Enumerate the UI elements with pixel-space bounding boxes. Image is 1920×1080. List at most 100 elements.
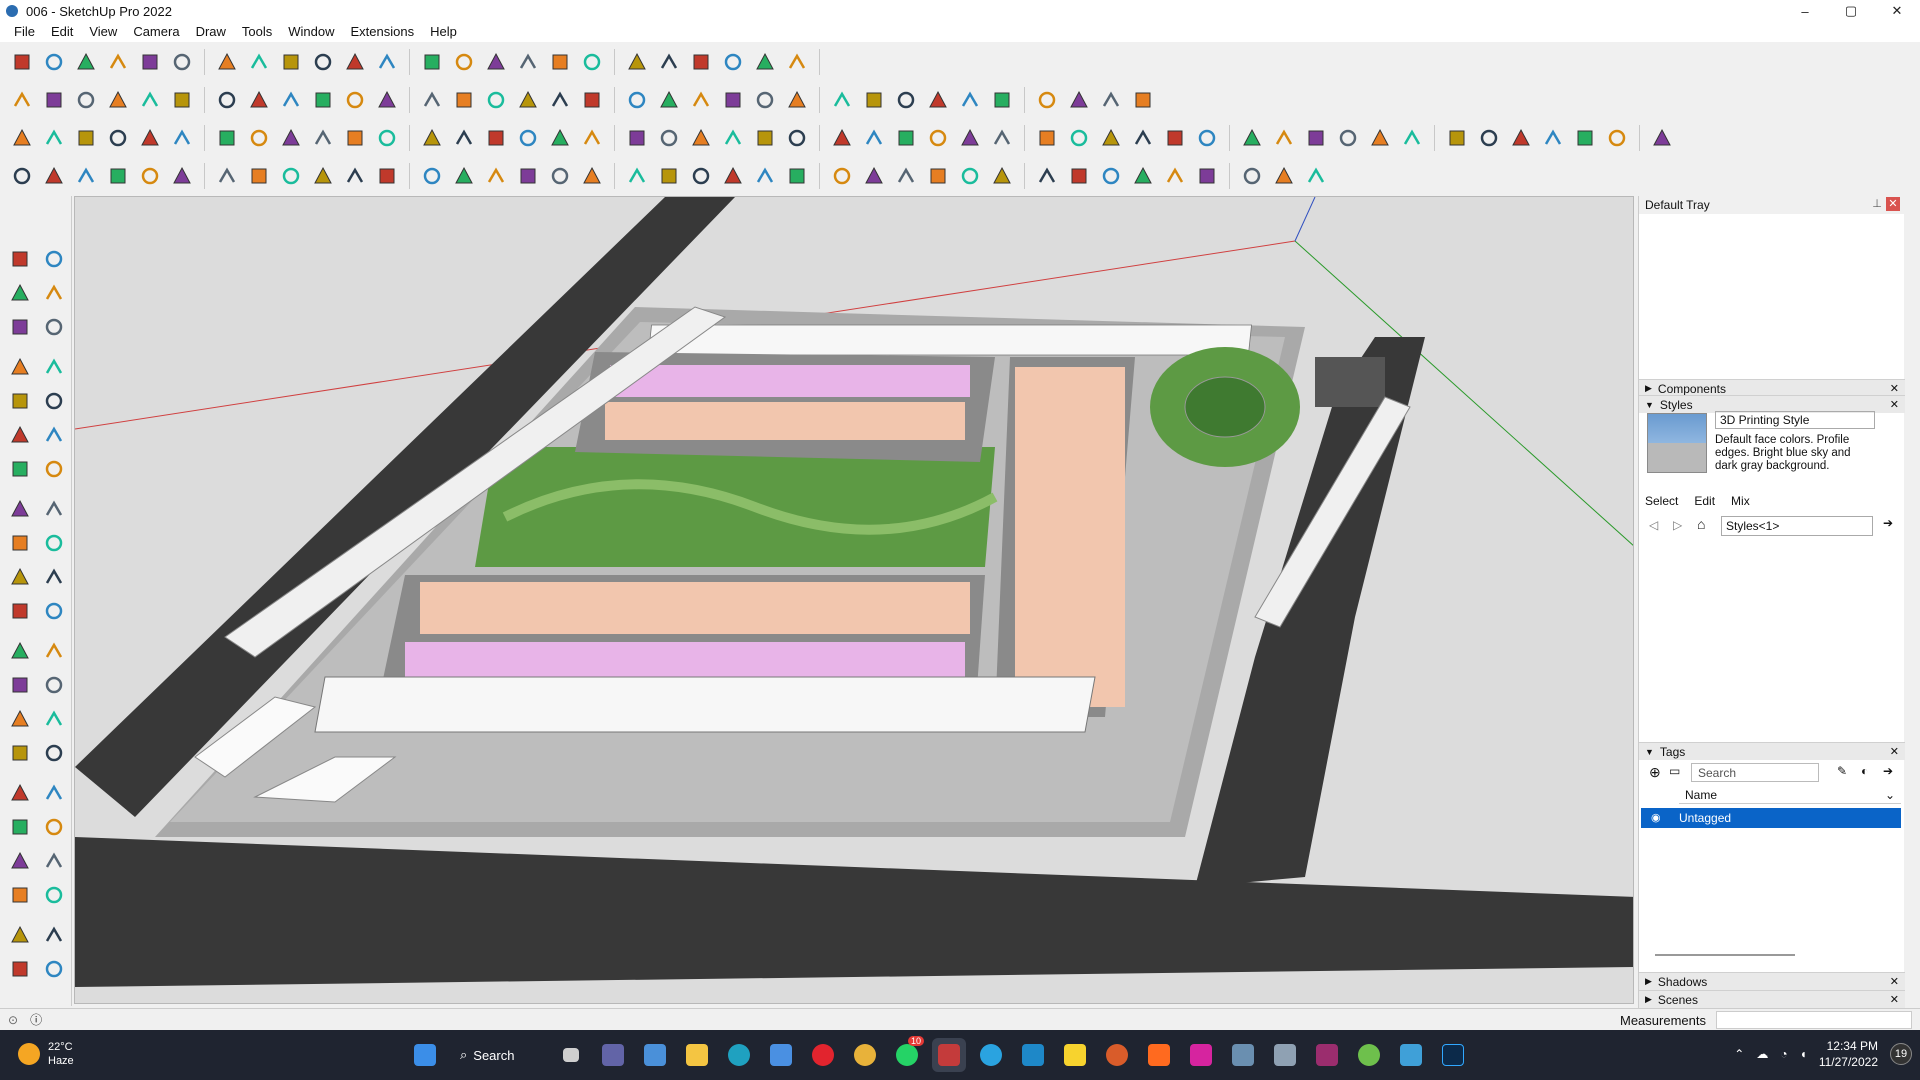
3d-text-icon[interactable] xyxy=(40,705,68,733)
gear-icon[interactable] xyxy=(8,124,36,152)
extension-warehouse-icon[interactable] xyxy=(751,48,779,76)
beam-icon[interactable] xyxy=(1571,124,1599,152)
sandbox-icon[interactable] xyxy=(783,48,811,76)
drawer-icon[interactable] xyxy=(1443,124,1471,152)
axes-icon[interactable] xyxy=(6,705,34,733)
level-icon[interactable] xyxy=(40,124,68,152)
tab-mix[interactable]: Mix xyxy=(1731,492,1750,510)
hatch-icon[interactable] xyxy=(1129,162,1157,190)
arc-3pt-icon[interactable] xyxy=(40,495,68,523)
zoom-prev-icon[interactable] xyxy=(40,813,68,841)
winrar-icon[interactable] xyxy=(1310,1038,1344,1072)
cut-icon[interactable] xyxy=(860,124,888,152)
scenes-panel-header[interactable]: ▶ Scenes ✕ xyxy=(1639,990,1905,1008)
chevron-up-icon[interactable]: ⌃ xyxy=(1734,1047,1744,1061)
eraser-icon[interactable] xyxy=(40,279,68,307)
scissor-icon[interactable] xyxy=(892,124,920,152)
dimension-icon[interactable] xyxy=(277,86,305,114)
eye-icon[interactable]: ◉ xyxy=(1651,811,1661,824)
rope-icon[interactable] xyxy=(213,162,241,190)
image-icon[interactable] xyxy=(1226,1038,1260,1072)
offset-icon[interactable] xyxy=(40,597,68,625)
tube-icon[interactable] xyxy=(1302,124,1330,152)
layer-icon[interactable] xyxy=(6,955,34,983)
scale-icon[interactable] xyxy=(309,48,337,76)
place-icon[interactable] xyxy=(245,86,273,114)
zoom-extents-icon[interactable] xyxy=(6,813,34,841)
move-icon[interactable] xyxy=(6,529,34,557)
text-icon[interactable] xyxy=(373,48,401,76)
blue-arrow-icon[interactable] xyxy=(892,86,920,114)
wall-icon[interactable] xyxy=(341,124,369,152)
photoshop-icon[interactable] xyxy=(1436,1038,1470,1072)
scenes-close-icon[interactable]: ✕ xyxy=(1890,993,1899,1006)
compass-icon[interactable] xyxy=(136,124,164,152)
zoom-icon[interactable] xyxy=(6,779,34,807)
flatten-icon[interactable] xyxy=(1097,86,1125,114)
notepad-icon[interactable] xyxy=(1394,1038,1428,1072)
solid-icon[interactable] xyxy=(1129,86,1157,114)
line-icon[interactable] xyxy=(104,48,132,76)
curl-icon[interactable] xyxy=(1270,124,1298,152)
gate-icon[interactable] xyxy=(1334,124,1362,152)
zoom-icon[interactable] xyxy=(514,48,542,76)
file-explorer-icon[interactable] xyxy=(680,1038,714,1072)
style-name-field[interactable]: 3D Printing Style xyxy=(1715,411,1875,429)
plane-yellow-icon[interactable] xyxy=(72,162,100,190)
close-button[interactable]: ✕ xyxy=(1874,0,1920,22)
cross-blue-icon[interactable] xyxy=(546,162,574,190)
sketchup-viewer-icon[interactable] xyxy=(1016,1038,1050,1072)
stack-icon[interactable] xyxy=(277,162,305,190)
tags-icon[interactable] xyxy=(687,48,715,76)
walk-icon[interactable] xyxy=(6,847,34,875)
north-arrow-icon[interactable] xyxy=(988,86,1016,114)
stair-icon[interactable] xyxy=(1539,124,1567,152)
chain2-icon[interactable] xyxy=(418,162,446,190)
corner-icon[interactable] xyxy=(1193,124,1221,152)
weld-icon[interactable] xyxy=(1033,124,1061,152)
teams-icon[interactable] xyxy=(596,1038,630,1072)
map-icon[interactable] xyxy=(719,124,747,152)
add-folder-icon[interactable]: ▭ xyxy=(1669,764,1680,778)
box-3d-icon[interactable] xyxy=(373,124,401,152)
ladder-icon[interactable] xyxy=(1398,124,1426,152)
axes-icon[interactable] xyxy=(924,162,952,190)
info-icon[interactable]: ⓘ xyxy=(30,1011,42,1028)
green-arrow-icon[interactable] xyxy=(924,86,952,114)
text-icon[interactable] xyxy=(40,671,68,699)
tray-scrollbar[interactable] xyxy=(1655,954,1795,956)
footprints-icon[interactable] xyxy=(6,881,34,909)
cycle-icon[interactable] xyxy=(546,124,574,152)
maximize-button[interactable]: ▢ xyxy=(1828,0,1874,22)
chrome-icon[interactable] xyxy=(848,1038,882,1072)
truss-icon[interactable] xyxy=(1603,124,1631,152)
warehouse-icon[interactable] xyxy=(719,48,747,76)
clock[interactable]: 12:34 PM 11/27/2022 xyxy=(1819,1038,1878,1070)
components-close-icon[interactable]: ✕ xyxy=(1890,382,1899,395)
gem-icon[interactable] xyxy=(1033,162,1061,190)
layer-2-icon[interactable] xyxy=(40,955,68,983)
angle-icon[interactable] xyxy=(104,124,132,152)
details-arrow-icon[interactable]: ➔ xyxy=(1883,516,1893,530)
select-arrow-icon[interactable] xyxy=(6,245,34,273)
menu-extensions[interactable]: Extensions xyxy=(343,22,423,42)
bubble-icon[interactable] xyxy=(245,124,273,152)
settings-tool-icon[interactable] xyxy=(1268,1038,1302,1072)
rotate-icon[interactable] xyxy=(277,48,305,76)
chevron-down-icon[interactable]: ⌄ xyxy=(1885,788,1895,802)
front-icon[interactable] xyxy=(309,86,337,114)
instagram-icon[interactable] xyxy=(1184,1038,1218,1072)
plane-teal-icon[interactable] xyxy=(40,162,68,190)
plane-grey-icon[interactable] xyxy=(168,162,196,190)
page-icon[interactable] xyxy=(309,162,337,190)
fence-icon[interactable] xyxy=(1366,124,1394,152)
tag-icon[interactable] xyxy=(418,86,446,114)
frame-icon[interactable] xyxy=(655,124,683,152)
task-view-icon[interactable] xyxy=(554,1038,588,1072)
orbit-icon[interactable] xyxy=(450,48,478,76)
protractor-icon[interactable] xyxy=(6,671,34,699)
grammarly-icon[interactable] xyxy=(1100,1038,1134,1072)
search-icon[interactable] xyxy=(8,48,36,76)
look-icon[interactable] xyxy=(40,847,68,875)
layers-icon[interactable] xyxy=(623,48,651,76)
